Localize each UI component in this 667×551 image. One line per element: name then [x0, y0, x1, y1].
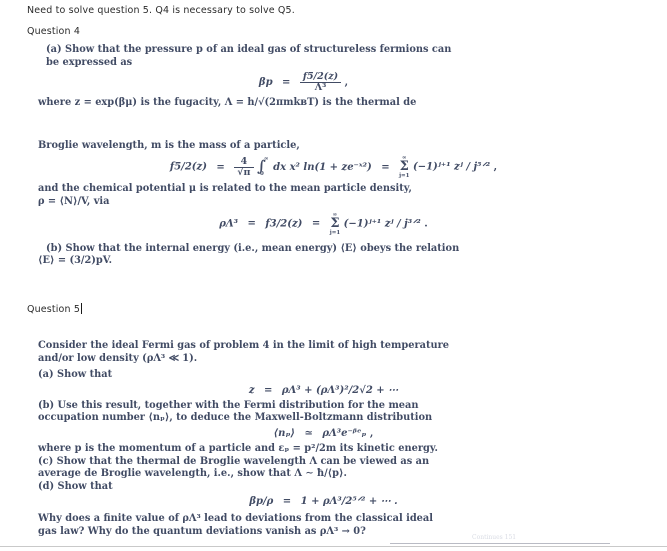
- q4-eq-f52-trailing: ,: [493, 161, 498, 173]
- q4-where-line: where z = exp(βμ) is the fugacity, Λ = h…: [38, 97, 417, 109]
- q5-eq-np-rhs: ρΛ³e⁻ᵝᵉₚ: [322, 427, 367, 439]
- q4-eq-f52-sum-lower: j=1: [399, 173, 410, 180]
- q4-part-b-line-1: (b) Show that the internal energy (i.e.,…: [46, 242, 460, 254]
- text-cursor-caret: [81, 303, 83, 314]
- q5-closing-line-2: gas law? Why do the quantum deviations v…: [38, 525, 366, 537]
- q4-eq-bp-lhs: βp: [258, 77, 273, 89]
- q5-part-a-label: (a) Show that: [38, 369, 113, 381]
- q4-eq-f52-prefactor-num: 4: [240, 155, 248, 167]
- q4-broglie-line: Broglie wavelength, m is the mass of a p…: [38, 139, 300, 151]
- prompt-text[interactable]: Need to solve question 5. Q4 is necessar…: [27, 5, 295, 16]
- q4-eq-f52-int-upper: ∞: [263, 156, 269, 163]
- q4-eq-rho-lhs: ρΛ³: [219, 218, 239, 229]
- q5-eq-bpr-rhs: 1 + ρΛ³/2⁵ᐟ² + ⋯ .: [300, 496, 398, 508]
- q5-eq-np-lhs: ⟨nₚ⟩: [273, 427, 296, 439]
- question-5-label[interactable]: Question 5: [27, 303, 83, 315]
- q4-eq-bp-trailing: ,: [344, 77, 349, 89]
- q5-where-p-line: where p is the momentum of a particle an…: [38, 442, 438, 454]
- q4-part-a-line-2: be expressed as: [46, 56, 133, 68]
- q4-eq-rho-summation: ∞ Σ j=1: [330, 212, 340, 236]
- question-5-image: Consider the ideal Fermi gas of problem …: [0, 340, 667, 545]
- q4-eq-f52-integrand: dx x² ln(1 + ze⁻ˣ²): [273, 161, 372, 173]
- sigma-icon: Σ: [399, 159, 409, 175]
- sigma-icon: Σ: [330, 215, 340, 231]
- q5-eq-np-trailing: ,: [369, 427, 374, 439]
- q5-part-c-line-2: average de Broglie wavelength, i.e., sho…: [38, 468, 347, 480]
- q5-equation-z: z = ρΛ³ + (ρΛ³)²/2√2 + ⋯: [248, 384, 399, 396]
- q4-eq-f52-prefactor: 4 √π: [234, 155, 254, 178]
- q4-part-a-line-1: (a) Show that the pressure p of an ideal…: [46, 44, 452, 55]
- question-4-label[interactable]: Question 4: [27, 26, 80, 37]
- q5-equation-np: ⟨nₚ⟩ ≃ ρΛ³e⁻ᵝᵉₚ ,: [0, 425, 667, 443]
- q5-eq-z-lhs: z: [248, 384, 255, 396]
- q4-part-b-line-2: ⟨E⟩ = (3/2)pV.: [38, 255, 113, 267]
- q5-closing-line-1: Why does a finite value of ρΛ³ lead to d…: [38, 513, 433, 525]
- q4-eq-rho-sum-lower: j=1: [329, 229, 341, 236]
- q4-eq-f52-lhs: f5/2(z): [169, 161, 207, 173]
- q5-intro-line-2: and/or low density (ρΛ³ ≪ 1).: [38, 352, 198, 364]
- footer-rule-secondary: [390, 543, 610, 544]
- scan-page-footer: Continues 151: [472, 534, 517, 541]
- q5-part-b-line-2: occupation number ⟨nₚ⟩, to deduce the Ma…: [38, 412, 433, 424]
- q5-intro-line-1: Consider the ideal Fermi gas of problem …: [38, 340, 450, 351]
- q4-eq-f52-series: (−1)ʲ⁺¹ zʲ / j⁵ᐟ²: [412, 161, 491, 173]
- q5-eq-z-rhs: ρΛ³ + (ρΛ³)²/2√2 + ⋯: [281, 384, 399, 396]
- q4-eq-f52-int-lower: 0: [259, 170, 264, 177]
- q5-eq-bpr-lhs: βp/ρ: [249, 496, 274, 508]
- q5-part-d-label: (d) Show that: [38, 480, 113, 492]
- q4-eq-rho-trailing: .: [424, 218, 428, 229]
- footer-divider: [0, 546, 667, 547]
- q4-eq-bp-numerator: f5/2(z): [302, 71, 339, 83]
- q4-equation-f52: f5/2(z) = 4 √π ∫ ∞ 0 dx x² ln(1 + ze⁻ˣ²)…: [169, 155, 498, 180]
- q4-chem-line-2: ρ = ⟨N⟩/V, via: [38, 195, 110, 207]
- q4-equation-beta-p: βp = f5/2(z) Λ³ ,: [0, 69, 667, 97]
- q5-part-b-line-1: (b) Use this result, together with the F…: [38, 399, 419, 411]
- q4-eq-f52-summation: ∞ Σ j=1: [399, 155, 409, 179]
- q4-eq-bp-denominator: Λ³: [299, 82, 342, 93]
- q4-eq-f52-integral: ∫ ∞ 0: [257, 156, 269, 177]
- q5-equation-bp-rho: βp/ρ = 1 + ρΛ³/2⁵ᐟ² + ⋯ .: [249, 496, 398, 508]
- q5-part-c-line-1: (c) Show that the thermal de Broglie wav…: [38, 455, 430, 467]
- q4-eq-f52-prefactor-den: √π: [234, 166, 254, 178]
- q4-chem-line-1: and the chemical potential μ is related …: [38, 183, 412, 195]
- q4-eq-rho-series: (−1)ʲ⁺¹ zʲ / j³ᐟ²: [343, 218, 421, 229]
- q4-eq-rho-mid: f3/2(z): [265, 218, 303, 229]
- q4-eq-bp-rel: =: [282, 77, 291, 89]
- question-4-image: (a) Show that the pressure p of an ideal…: [0, 44, 667, 289]
- q4-eq-bp-fraction: f5/2(z) Λ³: [299, 71, 342, 93]
- q5-eq-np-rel: ≃: [304, 427, 313, 439]
- q4-equation-rho-lambda: ρΛ³ = f3/2(z) = ∞ Σ j=1 (−1)ʲ⁺¹ zʲ / j³ᐟ…: [219, 211, 428, 236]
- question-5-label-text: Question 5: [27, 304, 81, 315]
